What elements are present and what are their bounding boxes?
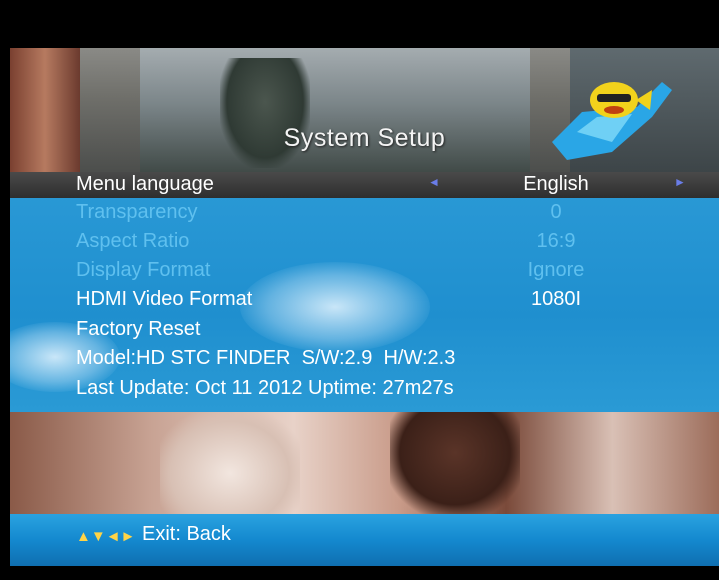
tv-screen: System Setup Menu language ◄ English ► T… [10, 0, 719, 580]
footer-help-bar: ▲▼◄► Exit: Back [10, 514, 719, 566]
menu-item-label: Display Format [76, 259, 211, 281]
last-update-info: Last Update: Oct 11 2012 Uptime: 27m27s [76, 377, 454, 399]
menu-item-label: HDMI Video Format [76, 288, 253, 310]
settings-menu: Menu language ◄ English ► Transparency 0… [10, 172, 719, 412]
header-banner: System Setup [10, 48, 719, 172]
menu-item-hdmi-video-format[interactable]: HDMI Video Format 1080I [10, 287, 719, 313]
menu-item-display-format[interactable]: Display Format Ignore [10, 258, 719, 284]
left-arrow-icon[interactable]: ◄ [428, 175, 440, 189]
model-info: Model:HD STC FINDER S/W:2.9 H/W:2.3 [76, 347, 456, 369]
menu-item-value: Ignore [527, 259, 585, 281]
menu-item-value: 0 [550, 201, 562, 223]
menu-item-value: 16:9 [536, 230, 576, 252]
header-photo-left [10, 48, 80, 172]
menu-item-transparency[interactable]: Transparency 0 [10, 200, 719, 226]
menu-item-label: Transparency [76, 201, 198, 223]
menu-item-aspect-ratio[interactable]: Aspect Ratio 16:9 [10, 229, 719, 255]
page-title: System Setup [283, 124, 446, 152]
photo-figure [160, 412, 300, 514]
navigation-arrows-icon: ▲▼◄► [76, 528, 136, 545]
photo-figure [390, 412, 520, 514]
header-photo-sky [140, 48, 530, 172]
menu-item-label: Menu language [76, 173, 214, 195]
menu-item-label: Aspect Ratio [76, 230, 190, 252]
menu-item-value: English [523, 173, 589, 195]
exit-back-hint: Exit: Back [142, 523, 231, 545]
menu-item-label: Factory Reset [76, 318, 201, 340]
right-arrow-icon[interactable]: ► [674, 175, 686, 189]
menu-item-menu-language[interactable]: Menu language ◄ English ► [10, 172, 719, 198]
menu-item-factory-reset[interactable]: Factory Reset [10, 317, 719, 343]
menu-item-value: 1080I [530, 288, 582, 310]
background-photo [10, 412, 719, 514]
